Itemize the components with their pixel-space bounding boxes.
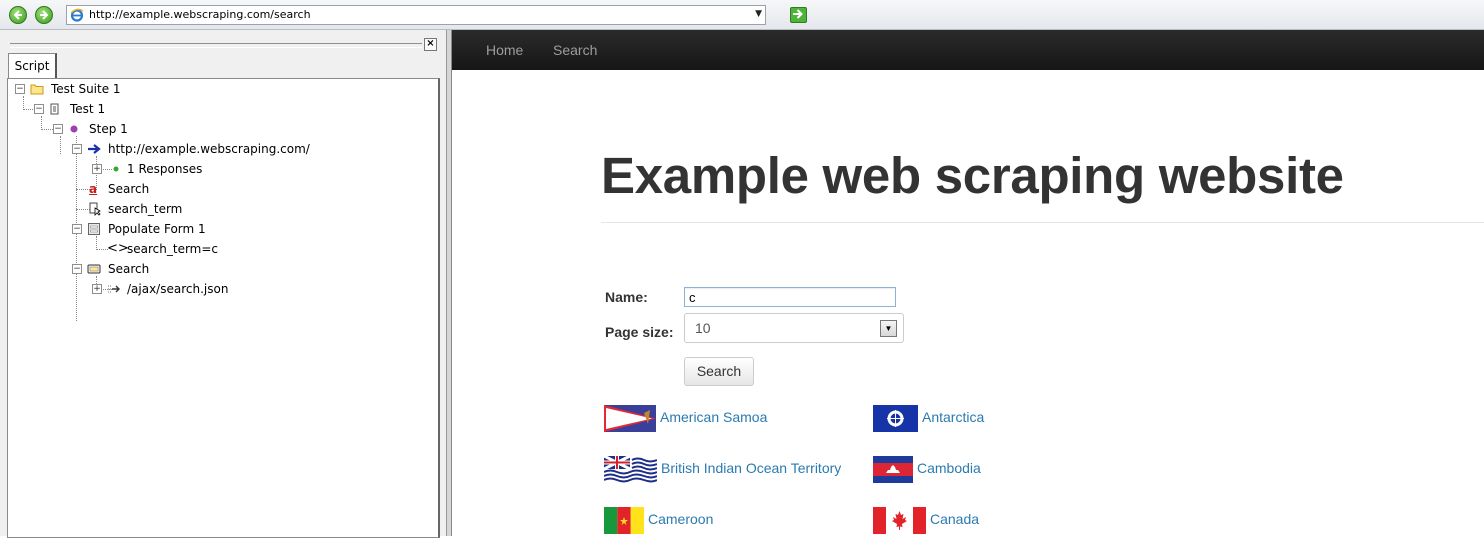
- british-indian-ocean-territory-flag-icon: [604, 456, 657, 483]
- expand-toggle[interactable]: +: [92, 164, 102, 174]
- tree-item-search-text[interactable]: Search: [108, 182, 149, 196]
- name-label: Name:: [605, 289, 648, 305]
- antarctica-flag-icon: [873, 405, 918, 432]
- collapse-toggle[interactable]: −: [53, 124, 63, 134]
- country-link[interactable]: Cameroon: [648, 511, 713, 527]
- country-link[interactable]: Canada: [930, 511, 979, 527]
- collapse-toggle[interactable]: −: [15, 84, 25, 94]
- code-brackets-icon: <>: [107, 241, 129, 256]
- test-icon: [50, 103, 59, 115]
- tree-item-search-button[interactable]: Search: [108, 262, 149, 276]
- tree-item-populate-form[interactable]: Populate Form 1: [108, 222, 206, 236]
- country-link[interactable]: British Indian Ocean Territory: [661, 460, 841, 476]
- cambodia-flag-icon: [873, 456, 913, 483]
- cameroon-flag-icon: [604, 507, 644, 534]
- address-input[interactable]: http://example.webscraping.com/search ▼: [66, 5, 766, 25]
- dropdown-arrow-icon[interactable]: ▼: [755, 9, 762, 19]
- page-title: Example web scraping website: [601, 147, 1344, 204]
- canada-flag-icon: [873, 507, 926, 534]
- tree-item-search-term-value[interactable]: search_term=c: [127, 242, 218, 256]
- tree-item-test-suite[interactable]: Test Suite 1: [51, 82, 121, 96]
- site-navbar: Home Search: [452, 30, 1484, 70]
- green-dot-icon: [113, 166, 119, 172]
- chevron-down-icon[interactable]: ▼: [880, 320, 897, 337]
- collapse-toggle[interactable]: −: [72, 224, 82, 234]
- country-link[interactable]: Cambodia: [917, 460, 981, 476]
- web-page: Home Search Example web scraping website…: [452, 30, 1484, 536]
- nav-home-link[interactable]: Home: [486, 42, 523, 58]
- expand-toggle[interactable]: +: [92, 284, 102, 294]
- button-icon: [87, 264, 101, 274]
- close-icon[interactable]: ×: [424, 38, 437, 51]
- tree-item-test[interactable]: Test 1: [70, 102, 105, 116]
- tree-item-step[interactable]: Step 1: [89, 122, 128, 136]
- forward-icon[interactable]: [35, 6, 53, 24]
- name-input[interactable]: c: [684, 287, 896, 307]
- ie-page-icon: [70, 8, 84, 22]
- folder-icon: [30, 84, 44, 95]
- page-size-label: Page size:: [605, 324, 674, 340]
- collapse-toggle[interactable]: −: [34, 104, 44, 114]
- cursor-icon: [89, 202, 101, 216]
- page-size-value: 10: [695, 320, 711, 336]
- tab-script[interactable]: Script: [8, 53, 57, 79]
- collapse-toggle[interactable]: −: [72, 144, 82, 154]
- search-button[interactable]: Search: [684, 357, 754, 386]
- tree-item-ajax[interactable]: /ajax/search.json: [127, 282, 228, 296]
- form-icon: [88, 223, 100, 235]
- collapse-toggle[interactable]: −: [72, 264, 82, 274]
- back-icon[interactable]: [9, 6, 27, 24]
- address-toolbar: http://example.webscraping.com/search ▼: [0, 0, 1484, 30]
- tree-item-url[interactable]: http://example.webscraping.com/: [108, 142, 310, 156]
- american-samoa-flag-icon: [604, 405, 656, 432]
- country-link[interactable]: American Samoa: [660, 409, 767, 425]
- script-tree: − Test Suite 1 − Test 1 − Step 1 − http:…: [7, 78, 440, 538]
- navigate-arrow-icon: [88, 144, 101, 154]
- nav-search-link[interactable]: Search: [553, 42, 597, 58]
- panel-grip[interactable]: [10, 43, 422, 48]
- step-icon: [70, 125, 78, 133]
- ajax-request-icon: [108, 285, 120, 293]
- tree-item-responses[interactable]: 1 Responses: [127, 162, 202, 176]
- page-size-select[interactable]: 10 ▼: [684, 313, 904, 343]
- address-url: http://example.webscraping.com/search: [89, 8, 311, 21]
- tree-item-search-term[interactable]: search_term: [108, 202, 182, 216]
- text-a-icon: a: [89, 182, 98, 196]
- go-icon[interactable]: [790, 7, 807, 23]
- country-link[interactable]: Antarctica: [922, 409, 984, 425]
- title-divider: [601, 222, 1484, 223]
- script-panel: × Script − Test Suite 1 − Test 1 − Step …: [0, 30, 446, 538]
